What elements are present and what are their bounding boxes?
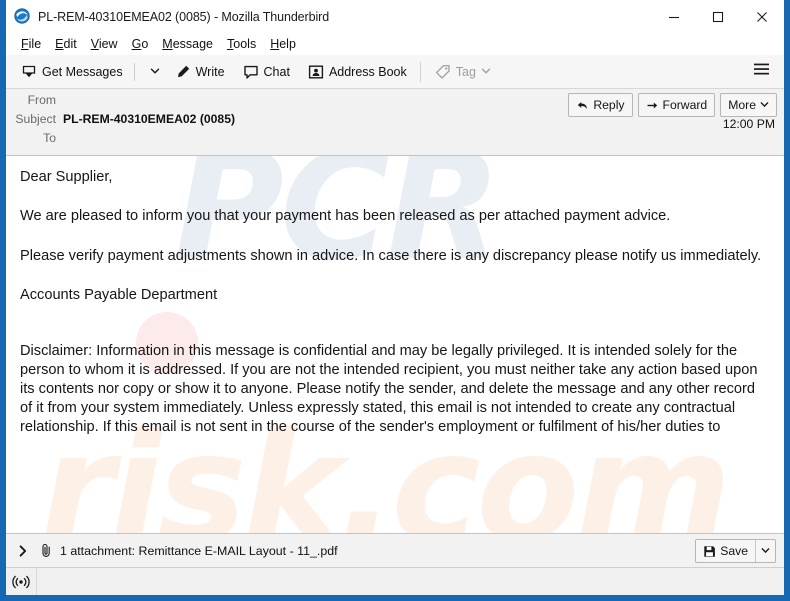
body-paragraph-1: We are pleased to inform you that your p… [20, 208, 671, 225]
reply-arrow-icon [576, 99, 589, 112]
body-disclaimer: Disclaimer: Information in this message … [20, 343, 758, 435]
message-body-text: Dear Supplier, We are pleased to inform … [20, 168, 770, 437]
reply-button[interactable]: Reply [568, 93, 633, 117]
speech-bubble-icon [243, 64, 259, 80]
window-inner-frame: PL-REM-40310EMEA02 (0085) - Mozilla Thun… [6, 0, 784, 595]
header-row-to: To [6, 131, 784, 150]
status-bar [6, 567, 784, 595]
more-button[interactable]: More [720, 93, 777, 117]
hamburger-menu-icon [753, 62, 770, 81]
broadcast-antenna-icon[interactable] [6, 568, 37, 595]
body-paragraph-2: Please verify payment adjustments shown … [20, 247, 762, 264]
chevron-down-icon [761, 542, 770, 560]
message-timestamp: 12:00 PM [722, 117, 775, 131]
tag-label: Tag [455, 64, 476, 79]
chevron-down-icon [150, 65, 160, 79]
body-greeting: Dear Supplier, [20, 169, 113, 185]
chevron-down-icon [760, 98, 769, 112]
forward-arrow-icon [646, 99, 659, 112]
contact-card-icon [308, 64, 324, 80]
chevron-right-icon[interactable] [16, 544, 30, 558]
to-label: To [43, 131, 56, 145]
chevron-down-icon [481, 65, 491, 79]
write-label: Write [195, 64, 225, 79]
window-title: PL-REM-40310EMEA02 (0085) - Mozilla Thun… [38, 9, 330, 24]
thunderbird-window: PL-REM-40310EMEA02 (0085) - Mozilla Thun… [0, 0, 790, 601]
window-controls [652, 0, 784, 33]
pencil-icon [175, 64, 191, 80]
get-messages-divider [133, 62, 135, 81]
menu-edit[interactable]: Edit [48, 37, 84, 51]
floppy-disk-icon [703, 545, 716, 558]
chat-label: Chat [263, 64, 290, 79]
reply-label: Reply [593, 98, 625, 112]
save-label: Save [720, 544, 748, 558]
address-book-label: Address Book [328, 64, 407, 79]
minimize-button[interactable] [652, 0, 696, 33]
menu-tools[interactable]: Tools [220, 37, 263, 51]
get-messages-dropdown[interactable] [140, 59, 165, 85]
title-bar: PL-REM-40310EMEA02 (0085) - Mozilla Thun… [6, 0, 784, 33]
message-header: From Subject PL-REM-40310EMEA02 (0085) T… [6, 89, 784, 156]
address-book-button[interactable]: Address Book [302, 59, 413, 85]
chat-button[interactable]: Chat [237, 59, 296, 85]
thunderbird-icon [14, 8, 31, 25]
paperclip-icon [40, 543, 53, 558]
save-button[interactable]: Save [696, 540, 755, 562]
attachment-bar: 1 attachment: Remittance E-MAIL Layout -… [6, 533, 784, 567]
tag-icon [435, 64, 451, 80]
get-messages-button[interactable]: Get Messages [15, 59, 129, 85]
body-signature: Accounts Payable Department [20, 286, 218, 303]
menu-help[interactable]: Help [263, 37, 303, 51]
toolbar-divider [419, 61, 421, 82]
from-label: From [27, 93, 56, 107]
menu-message[interactable]: Message [155, 37, 220, 51]
get-messages-label: Get Messages [42, 64, 123, 79]
forward-label: Forward [662, 98, 708, 112]
menu-file[interactable]: File [14, 37, 48, 51]
save-dropdown-button[interactable] [755, 540, 775, 562]
get-messages-split-button: Get Messages [15, 60, 165, 84]
menu-view[interactable]: View [84, 37, 125, 51]
main-toolbar: Get Messages Write Chat Address Book Tag [6, 55, 784, 89]
inbox-download-icon [21, 64, 37, 80]
tag-button[interactable]: Tag [429, 59, 497, 85]
forward-button[interactable]: Forward [637, 93, 716, 117]
menu-go[interactable]: Go [125, 37, 156, 51]
message-body-pane: PCR risk.com Dear Supplier, We are pleas… [6, 156, 784, 533]
subject-label: Subject [15, 112, 56, 126]
app-menu-button[interactable] [746, 55, 776, 88]
close-button[interactable] [740, 0, 784, 33]
more-label: More [728, 98, 756, 112]
maximize-button[interactable] [696, 0, 740, 33]
subject-value: PL-REM-40310EMEA02 (0085) [63, 112, 236, 126]
menu-bar: File Edit View Go Message Tools Help [6, 33, 784, 55]
save-attachment-split-button: Save [695, 539, 776, 563]
attachment-summary-text: 1 attachment: Remittance E-MAIL Layout -… [60, 543, 338, 558]
write-button[interactable]: Write [169, 59, 231, 85]
message-action-buttons: Reply Forward More [568, 93, 777, 117]
